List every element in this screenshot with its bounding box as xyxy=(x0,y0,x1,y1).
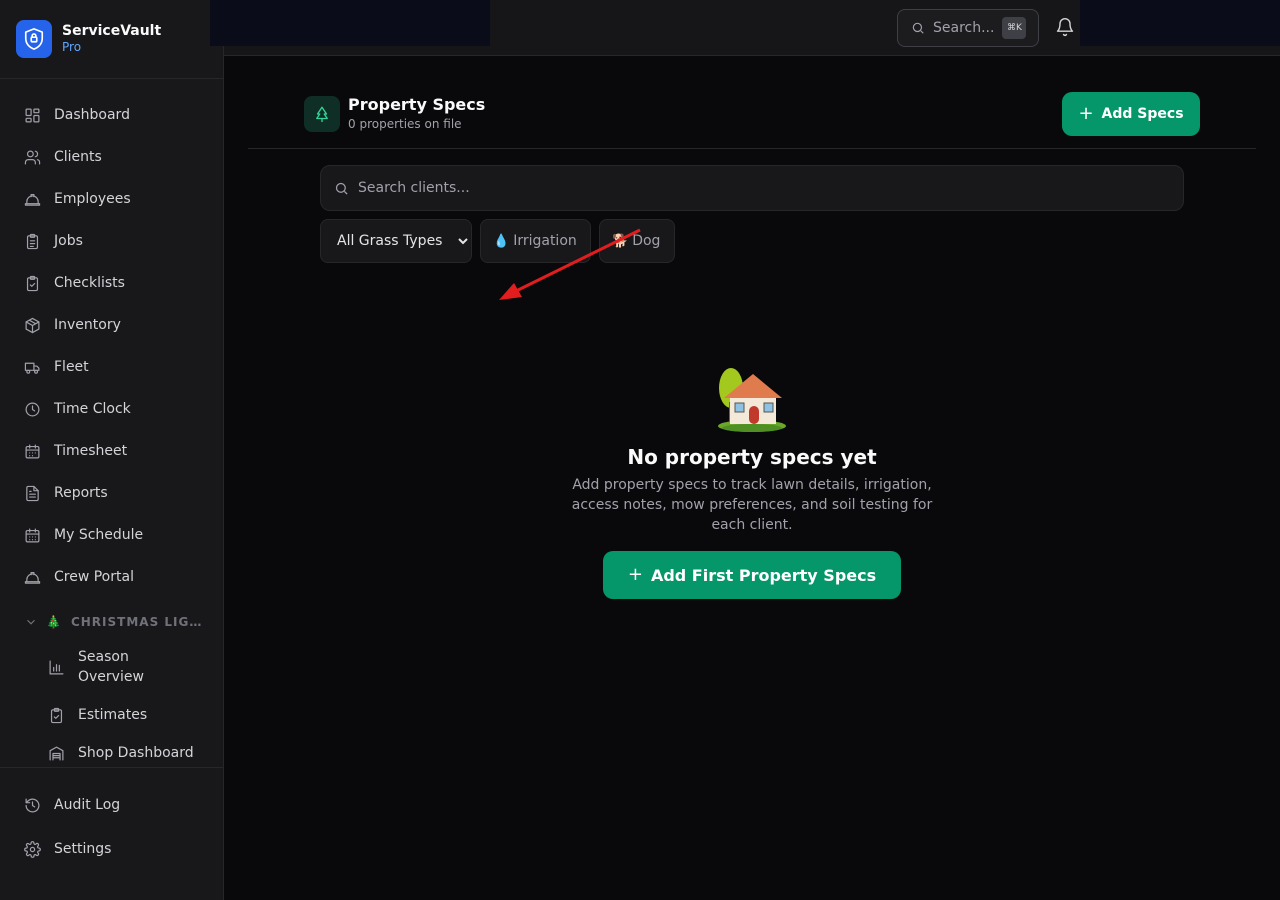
brand[interactable]: ServiceVault Pro xyxy=(0,0,223,79)
clipboard-check-icon xyxy=(48,707,65,724)
hard-hat-icon xyxy=(24,569,41,586)
sidebar-item-fleet[interactable]: Fleet xyxy=(0,346,223,388)
sidebar-item-audit-log[interactable]: Audit Log xyxy=(0,783,223,827)
sidebar-item-label: Fleet xyxy=(54,359,89,375)
sidebar-item-settings[interactable]: Settings xyxy=(0,827,223,871)
sidebar-item-jobs[interactable]: Jobs xyxy=(0,220,223,262)
gear-icon xyxy=(24,840,41,858)
irrigation-filter-chip[interactable]: 💧 Irrigation xyxy=(480,219,591,263)
package-icon xyxy=(24,317,41,334)
brand-plan: Pro xyxy=(62,40,82,54)
page-title: Property Specs xyxy=(348,95,486,114)
top-band-right xyxy=(1080,0,1280,46)
sidebar-item-label: Shop Dashboard xyxy=(78,745,194,761)
sidebar-item-label: Reports xyxy=(54,485,108,501)
dashboard-icon xyxy=(24,107,41,124)
global-search-button[interactable]: Search... ⌘K xyxy=(897,9,1039,47)
sidebar-item-label: Time Clock xyxy=(54,401,131,417)
header-divider xyxy=(248,148,1256,149)
christmas-tree-icon: 🎄 xyxy=(46,615,62,629)
sidebar-item-label: Employees xyxy=(54,191,131,207)
plus-icon: + xyxy=(1078,103,1094,124)
sidebar-item-label: Audit Log xyxy=(54,797,121,813)
notifications-bell-icon[interactable] xyxy=(1055,17,1075,37)
sidebar-item-label: Checklists xyxy=(54,275,125,291)
truck-icon xyxy=(24,359,41,376)
global-search-placeholder: Search... xyxy=(933,20,995,36)
irrigation-chip-label: Irrigation xyxy=(513,233,577,249)
sidebar-item-shop-dashboard[interactable]: Shop Dashboard xyxy=(0,734,223,767)
shortcut-badge: ⌘K xyxy=(1002,17,1027,39)
water-drop-icon: 💧 xyxy=(493,233,510,249)
sidebar-item-inventory[interactable]: Inventory xyxy=(0,304,223,346)
sidebar-footer: Audit Log Settings xyxy=(0,767,223,871)
sidebar-item-crew-portal[interactable]: Crew Portal xyxy=(0,556,223,598)
page-subtitle: 0 properties on file xyxy=(348,117,462,131)
clipboard-check-icon xyxy=(24,275,41,292)
sidebar-item-season-overview[interactable]: Season Overview xyxy=(0,638,223,696)
calendar-days-icon xyxy=(24,527,41,544)
clock-icon xyxy=(24,401,41,418)
sidebar-item-label: My Schedule xyxy=(54,527,144,543)
sidebar-item-label: Estimates xyxy=(78,707,148,723)
tree-icon xyxy=(304,96,340,132)
file-text-icon xyxy=(24,485,41,502)
sidebar-item-label: Season Overview xyxy=(78,649,144,685)
sidebar-item-my-schedule[interactable]: My Schedule xyxy=(0,514,223,556)
dog-chip-label: Dog xyxy=(632,233,661,249)
sidebar-item-estimates[interactable]: Estimates xyxy=(0,696,223,734)
sidebar-item-timesheet[interactable]: Timesheet xyxy=(0,430,223,472)
section-toggle-christmas-lights[interactable]: 🎄 CHRISTMAS LIG… xyxy=(0,606,223,638)
sidebar-item-label: Inventory xyxy=(54,317,121,333)
sidebar-nav: Dashboard Clients Employees Jobs Checkli… xyxy=(0,94,223,767)
calendar-icon xyxy=(24,443,41,460)
dog-filter-chip[interactable]: 🐕 Dog xyxy=(599,219,675,263)
dog-icon: 🐕 xyxy=(612,233,629,249)
brand-name: ServiceVault xyxy=(62,23,162,39)
sidebar-item-dashboard[interactable]: Dashboard xyxy=(0,94,223,136)
house-illustration xyxy=(714,364,790,434)
warehouse-icon xyxy=(48,745,65,762)
sidebar-item-employees[interactable]: Employees xyxy=(0,178,223,220)
add-first-property-specs-button[interactable]: + Add First Property Specs xyxy=(603,551,901,599)
empty-state-description: Add property specs to track lawn details… xyxy=(571,477,933,533)
sidebar-item-label: Dashboard xyxy=(54,107,130,123)
clipboard-list-icon xyxy=(24,233,41,250)
top-band-left xyxy=(210,0,490,46)
sidebar-item-label: Settings xyxy=(54,841,112,857)
sidebar-item-clients[interactable]: Clients xyxy=(0,136,223,178)
sidebar-item-reports[interactable]: Reports xyxy=(0,472,223,514)
add-first-label: Add First Property Specs xyxy=(650,565,877,585)
history-icon xyxy=(24,797,41,814)
section-title: CHRISTMAS LIG… xyxy=(70,615,203,629)
sidebar-item-label: Timesheet xyxy=(54,443,128,459)
search-icon xyxy=(912,22,924,34)
shield-lock-icon xyxy=(16,20,52,58)
client-search-field[interactable] xyxy=(320,165,1184,211)
add-specs-button[interactable]: + Add Specs xyxy=(1062,92,1200,136)
search-icon xyxy=(335,182,348,195)
grass-type-select[interactable]: All Grass Types xyxy=(320,219,472,263)
sidebar: ServiceVault Pro Dashboard Clients Emplo… xyxy=(0,0,224,900)
plus-icon: + xyxy=(627,564,643,585)
sidebar-item-time-clock[interactable]: Time Clock xyxy=(0,388,223,430)
empty-state-title: No property specs yet xyxy=(627,445,877,469)
sidebar-item-checklists[interactable]: Checklists xyxy=(0,262,223,304)
add-specs-label: Add Specs xyxy=(1101,106,1184,122)
sidebar-item-label: Crew Portal xyxy=(54,569,134,585)
chevron-down-icon xyxy=(24,615,38,629)
users-icon xyxy=(24,149,41,166)
sidebar-item-label: Jobs xyxy=(54,233,83,249)
sidebar-item-label: Clients xyxy=(54,149,102,165)
hard-hat-icon xyxy=(24,191,41,208)
client-search-input[interactable] xyxy=(358,180,1138,196)
bar-chart-icon xyxy=(48,659,65,676)
